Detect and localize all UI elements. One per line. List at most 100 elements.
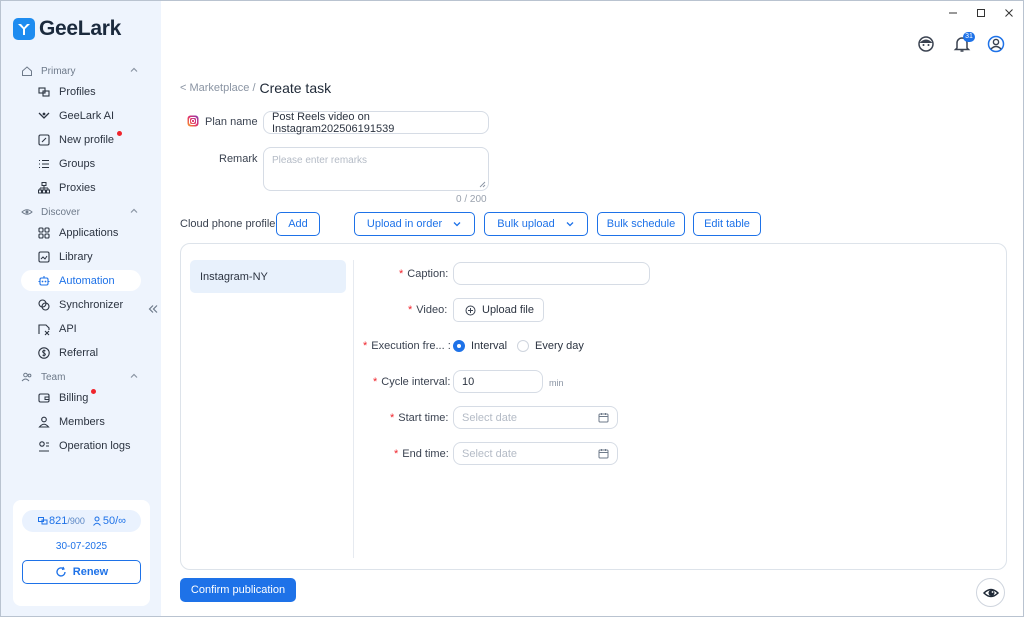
members-icon: [38, 416, 50, 428]
bulk-schedule-button[interactable]: Bulk schedule: [597, 212, 685, 236]
close-button[interactable]: [995, 1, 1023, 25]
confirm-publication-button[interactable]: Confirm publication: [180, 578, 296, 602]
collapse-sidebar-icon[interactable]: [147, 303, 159, 315]
sidebar-item-label: Members: [59, 415, 105, 428]
end-time-label: * End time:: [394, 448, 449, 460]
user-avatar-icon[interactable]: [986, 34, 1006, 54]
section-team[interactable]: Team: [21, 370, 139, 384]
chevron-up-icon: [130, 373, 138, 378]
section-discover[interactable]: Discover: [21, 205, 139, 219]
start-time-picker[interactable]: Select date: [453, 406, 618, 429]
assistant-eye-icon: [982, 588, 999, 597]
sidebar-item-members[interactable]: Members: [21, 411, 141, 432]
breadcrumb: < Marketplace / Create task: [180, 80, 331, 96]
sidebar-item-operation-logs[interactable]: Operation logs: [21, 435, 141, 456]
add-profile-button[interactable]: Add: [276, 212, 320, 236]
instagram-icon: [187, 115, 199, 127]
minimize-icon: [949, 12, 957, 14]
plan-name-input[interactable]: Post Reels video on Instagram20250619153…: [263, 111, 489, 135]
renew-button[interactable]: Renew: [22, 560, 141, 584]
plan-name-label: Plan name: [205, 116, 258, 128]
resize-handle-icon[interactable]: [479, 181, 486, 188]
required-marker: *: [390, 412, 395, 424]
sidebar-item-referral[interactable]: Referral: [21, 342, 141, 363]
members-total: /∞: [115, 515, 127, 527]
sidebar-item-library[interactable]: Library: [21, 246, 141, 267]
sidebar-item-label: Referral: [59, 346, 99, 359]
sidebar-item-label: Synchronizer: [59, 298, 124, 311]
cycle-interval-input[interactable]: 10: [453, 370, 543, 393]
cycle-interval-value: 10: [462, 375, 475, 388]
sidebar-item-label: Applications: [59, 226, 119, 239]
required-marker: *: [399, 268, 404, 280]
groups-icon: [39, 159, 49, 168]
profile-list-item[interactable]: Instagram-NY: [190, 260, 346, 293]
sidebar-item-label: GeeLark AI: [59, 109, 115, 122]
eye-icon: [21, 209, 33, 215]
sidebar-item-label: Operation logs: [59, 439, 131, 452]
upload-file-button[interactable]: Upload file: [453, 298, 544, 322]
breadcrumb-back-link[interactable]: < Marketplace /: [180, 82, 256, 94]
assistant-button[interactable]: [976, 578, 1005, 607]
video-label: * Video:: [408, 304, 448, 316]
every-day-radio-label[interactable]: Every day: [535, 340, 584, 352]
billing-icon: [38, 392, 50, 403]
sidebar-item-groups[interactable]: Groups: [21, 153, 141, 174]
sidebar-item-label: Automation: [59, 274, 115, 287]
section-primary[interactable]: Primary: [21, 64, 139, 78]
sidebar-item-billing[interactable]: Billing: [21, 387, 141, 408]
app-logo[interactable]: GeeLark: [13, 17, 121, 41]
section-label: Team: [41, 371, 66, 383]
close-icon: [1005, 9, 1013, 17]
sidebar-item-proxies[interactable]: Proxies: [21, 177, 141, 198]
maximize-icon: [977, 9, 985, 17]
members-used: 50: [102, 515, 116, 527]
team-icon: [21, 372, 32, 382]
applications-icon: [38, 226, 50, 239]
minimize-button[interactable]: [939, 1, 967, 25]
maximize-button[interactable]: [967, 1, 995, 25]
end-time-picker[interactable]: Select date: [453, 442, 618, 465]
interval-radio-label[interactable]: Interval: [471, 340, 507, 352]
quota-pill[interactable]: 821/900 50/∞: [22, 510, 141, 532]
new-profile-icon: [38, 133, 50, 146]
caption-input[interactable]: [453, 262, 650, 285]
sidebar-item-geelark-ai[interactable]: GeeLark AI: [21, 105, 141, 126]
remark-placeholder: Please enter remarks: [272, 155, 368, 166]
calendar-icon: [598, 449, 609, 459]
sidebar-item-automation[interactable]: Automation: [21, 270, 141, 291]
sidebar-item-label: New profile: [59, 133, 115, 146]
upload-in-order-label: Upload in order: [366, 218, 443, 230]
quota-card: 821/900 50/∞ 30-07-2025 Renew: [13, 500, 150, 606]
synchronizer-icon: [38, 298, 50, 311]
upload-in-order-button[interactable]: Upload in order: [354, 212, 475, 236]
bulk-upload-button[interactable]: Bulk upload: [484, 212, 588, 236]
section-label: Primary: [41, 65, 76, 77]
required-marker: *: [373, 376, 378, 388]
sidebar-item-label: Proxies: [59, 181, 96, 194]
notification-count-badge: 31: [963, 32, 975, 42]
required-marker: *: [408, 304, 413, 316]
chevron-up-icon: [130, 67, 138, 72]
sidebar-item-api[interactable]: API: [21, 318, 141, 339]
sidebar-item-applications[interactable]: Applications: [21, 222, 141, 243]
sidebar-item-new-profile[interactable]: New profile: [21, 129, 141, 150]
profiles-used: 821: [48, 515, 68, 527]
refresh-icon: [56, 566, 66, 577]
geelark-logo-icon: [13, 18, 35, 40]
sidebar-item-label: API: [59, 322, 77, 335]
remark-label: Remark: [219, 153, 258, 165]
remark-textarea[interactable]: Please enter remarks: [263, 147, 489, 191]
plus-circle-icon: [465, 305, 476, 315]
required-marker: *: [363, 340, 368, 352]
edit-table-button[interactable]: Edit table: [693, 212, 761, 236]
operation-logs-icon: [39, 440, 49, 452]
profiles-icon: [38, 86, 50, 97]
interval-radio[interactable]: [453, 340, 465, 352]
sidebar-item-label: Library: [59, 250, 93, 263]
sidebar-item-synchronizer[interactable]: Synchronizer: [21, 294, 141, 315]
sidebar-item-profiles[interactable]: Profiles: [21, 81, 141, 102]
every-day-radio[interactable]: [517, 340, 529, 352]
support-agent-icon[interactable]: [916, 34, 936, 54]
end-time-placeholder: Select date: [462, 447, 518, 460]
